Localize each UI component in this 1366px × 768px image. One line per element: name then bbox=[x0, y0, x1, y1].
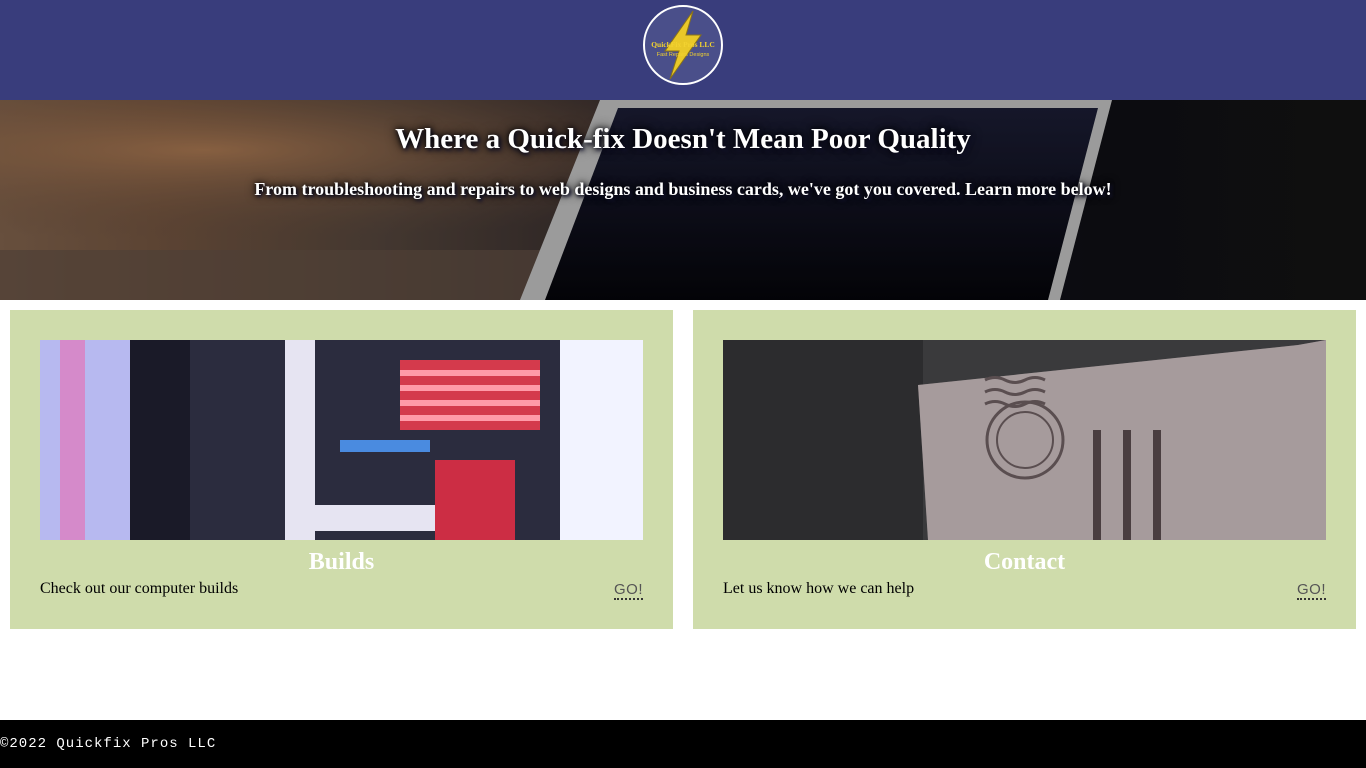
logo-line1: QuickFix Pros LLC bbox=[651, 40, 715, 49]
hero-banner: Where a Quick-fix Doesn't Mean Poor Qual… bbox=[0, 100, 1366, 300]
lightning-bolt-icon: QuickFix Pros LLC Fast Repairs Designs bbox=[643, 5, 723, 85]
contact-card: Contact Let us know how we can help GO! bbox=[693, 310, 1356, 629]
builds-title: Builds bbox=[308, 549, 375, 575]
site-header: QuickFix Pros LLC Fast Repairs Designs bbox=[0, 0, 1366, 100]
copyright-text: ©2022 Quickfix Pros LLC bbox=[0, 736, 217, 752]
contact-title: Contact bbox=[983, 549, 1066, 575]
logo-line2: Fast Repairs Designs bbox=[657, 52, 710, 58]
contact-go-link[interactable]: GO! bbox=[1296, 582, 1326, 600]
hero-title: Where a Quick-fix Doesn't Mean Poor Qual… bbox=[395, 123, 971, 155]
builds-go-link[interactable]: GO! bbox=[613, 582, 643, 600]
builds-description: Check out our computer builds bbox=[40, 580, 239, 597]
hero-subtitle: From troubleshooting and repairs to web … bbox=[254, 179, 1112, 199]
site-footer: ©2022 Quickfix Pros LLC bbox=[0, 720, 1366, 768]
builds-card: Builds Check out our computer builds GO! bbox=[10, 310, 673, 629]
builds-image[interactable] bbox=[40, 340, 643, 540]
contact-image[interactable] bbox=[723, 340, 1326, 540]
contact-description: Let us know how we can help bbox=[723, 580, 915, 597]
site-logo[interactable]: QuickFix Pros LLC Fast Repairs Designs bbox=[643, 5, 723, 85]
